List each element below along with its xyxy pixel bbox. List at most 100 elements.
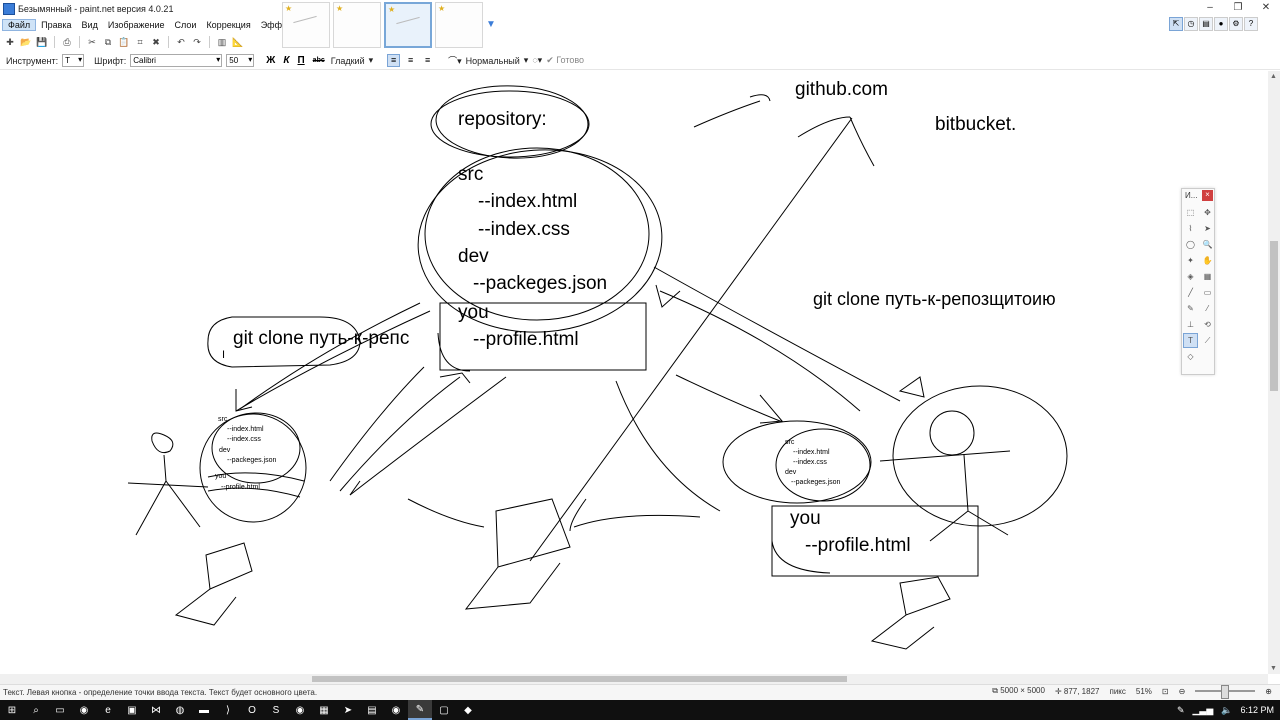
shapes-icon[interactable]: ◇	[1183, 349, 1198, 364]
tool-selector[interactable]: T	[62, 54, 85, 67]
crop-icon[interactable]: ⌗	[133, 35, 147, 49]
clone-stamp-icon[interactable]: ⊥	[1183, 317, 1198, 332]
align-center-icon[interactable]: ≡	[404, 54, 417, 67]
tools-window-header[interactable]: И... ×	[1182, 189, 1214, 203]
paste-icon[interactable]: 📋	[117, 35, 131, 49]
app-icon[interactable]: ◍	[168, 700, 192, 720]
save-icon[interactable]: 💾	[35, 35, 49, 49]
copy-icon[interactable]: ⧉	[101, 35, 115, 49]
colors-icon[interactable]: ●	[1214, 17, 1228, 31]
document-tab-active[interactable]: ★	[384, 2, 432, 48]
menu-edit[interactable]: Правка	[36, 20, 76, 30]
maximize-icon[interactable]: ❐	[1224, 0, 1252, 17]
menu-layers[interactable]: Слои	[170, 20, 202, 30]
bold-button[interactable]: Ж	[264, 55, 277, 66]
smoothing-selector[interactable]: Гладкий	[331, 56, 365, 66]
move-pixels-icon[interactable]: ➤	[1200, 221, 1215, 236]
document-tab[interactable]: ★	[333, 2, 381, 48]
tools-window-icon[interactable]: ⇱	[1169, 17, 1183, 31]
chrome-icon-2[interactable]: ◉	[288, 700, 312, 720]
zoom-in-icon[interactable]: ⊕	[1265, 687, 1272, 696]
vertical-scroll-thumb[interactable]	[1270, 241, 1278, 391]
document-tab[interactable]: ★	[435, 2, 483, 48]
pencil-icon[interactable]: ✎	[1183, 301, 1198, 316]
print-icon[interactable]: ⎙	[60, 35, 74, 49]
rect-select-icon[interactable]: ⬚	[1183, 205, 1198, 220]
canvas[interactable]: github.com bitbucket. repository: src --…	[0, 71, 1268, 674]
lasso-icon[interactable]: ⌇	[1183, 221, 1198, 236]
finish-button[interactable]: ✔ Готово	[546, 55, 584, 66]
recolor-icon[interactable]: ⟲	[1200, 317, 1215, 332]
line-curve-icon[interactable]: ⟋	[1200, 333, 1215, 348]
history-icon[interactable]: ◷	[1184, 17, 1198, 31]
store-icon-2[interactable]: ▦	[312, 700, 336, 720]
pen-icon[interactable]: ✎	[1177, 705, 1185, 716]
text-tool-icon[interactable]: T	[1183, 333, 1198, 348]
zoom-fit-icon[interactable]: ⊡	[1162, 687, 1169, 696]
font-size-selector[interactable]: 50	[226, 54, 255, 67]
close-icon[interactable]: ✕	[1252, 0, 1280, 17]
zoom-level[interactable]: 51%	[1136, 687, 1152, 696]
grid-icon[interactable]: ▥	[215, 35, 229, 49]
color-picker-icon[interactable]: ⁄	[1200, 301, 1215, 316]
paint-bucket-icon[interactable]: ◈	[1183, 269, 1198, 284]
align-right-icon[interactable]: ≡	[421, 54, 434, 67]
zoom-slider[interactable]	[1195, 685, 1256, 699]
cut-icon[interactable]: ✂	[85, 35, 99, 49]
tabs-dropdown-icon[interactable]: ▼	[486, 19, 496, 30]
pan-icon[interactable]: ✋	[1200, 253, 1215, 268]
new-icon[interactable]: ✚	[3, 35, 17, 49]
chrome-icon-3[interactable]: ◉	[384, 700, 408, 720]
close-icon[interactable]: ×	[1202, 190, 1213, 201]
search-icon[interactable]: ⌕	[24, 700, 48, 720]
menu-view[interactable]: Вид	[77, 20, 103, 30]
horizontal-scroll-thumb[interactable]	[312, 676, 847, 682]
task-view-icon[interactable]: ▭	[48, 700, 72, 720]
magic-wand-icon[interactable]: ✦	[1183, 253, 1198, 268]
menu-image[interactable]: Изображение	[103, 20, 170, 30]
edge-icon[interactable]: e	[96, 700, 120, 720]
eraser-icon[interactable]: ▭	[1200, 285, 1215, 300]
antialias-icon[interactable]: ⌒▾	[448, 54, 462, 67]
document-tab[interactable]: ★	[282, 2, 330, 48]
network-icon[interactable]: ▁▃▅	[1192, 705, 1213, 716]
zoom-out-icon[interactable]: ⊖	[1179, 687, 1186, 696]
skype-icon[interactable]: S	[264, 700, 288, 720]
redo-icon[interactable]: ↷	[190, 35, 204, 49]
chrome-icon[interactable]: ◉	[72, 700, 96, 720]
minimize-icon[interactable]: –	[1196, 0, 1224, 17]
selection-mode-icon[interactable]: ◌▾	[532, 55, 542, 66]
git-icon[interactable]: ◆	[456, 700, 480, 720]
vs-code-icon[interactable]: ⟩	[216, 700, 240, 720]
menu-adjustments[interactable]: Коррекция	[201, 20, 255, 30]
ps-icon[interactable]: ▤	[360, 700, 384, 720]
gradient-icon[interactable]: ▦	[1200, 269, 1215, 284]
move-selection-icon[interactable]: ✥	[1200, 205, 1215, 220]
italic-button[interactable]: К	[281, 55, 291, 66]
start-icon[interactable]: ⊞	[0, 700, 24, 720]
folder-icon[interactable]: ▬	[192, 700, 216, 720]
window-icon[interactable]: ▢	[432, 700, 456, 720]
underline-button[interactable]: П	[295, 55, 306, 66]
paintnet-taskbar-icon[interactable]: ✎	[408, 700, 432, 720]
menu-file[interactable]: Файл	[2, 19, 37, 31]
opera-icon[interactable]: O	[240, 700, 264, 720]
open-icon[interactable]: 📂	[19, 35, 33, 49]
horizontal-scrollbar[interactable]	[0, 674, 1268, 684]
help-icon[interactable]: ?	[1244, 17, 1258, 31]
vertical-scrollbar[interactable]: ▲ ▼	[1268, 71, 1280, 674]
strikeout-button[interactable]: abc	[311, 57, 327, 64]
zoom-icon[interactable]: 🔍	[1200, 237, 1215, 252]
volume-icon[interactable]: 🔈	[1221, 705, 1232, 716]
rulers-icon[interactable]: 📐	[231, 35, 245, 49]
font-selector[interactable]: Calibri	[130, 54, 223, 67]
settings-icon[interactable]: ⚙	[1229, 17, 1243, 31]
vs-icon[interactable]: ⋈	[144, 700, 168, 720]
paintbrush-icon[interactable]: ╱	[1183, 285, 1198, 300]
ellipse-select-icon[interactable]: ◯	[1183, 237, 1198, 252]
deselect-icon[interactable]: ✖	[149, 35, 163, 49]
align-left-icon[interactable]: ≡	[387, 54, 401, 67]
layers-icon[interactable]: ▤	[1199, 17, 1213, 31]
clock[interactable]: 6:12 PM	[1240, 705, 1274, 715]
units-selector[interactable]: пикс	[1109, 687, 1125, 696]
